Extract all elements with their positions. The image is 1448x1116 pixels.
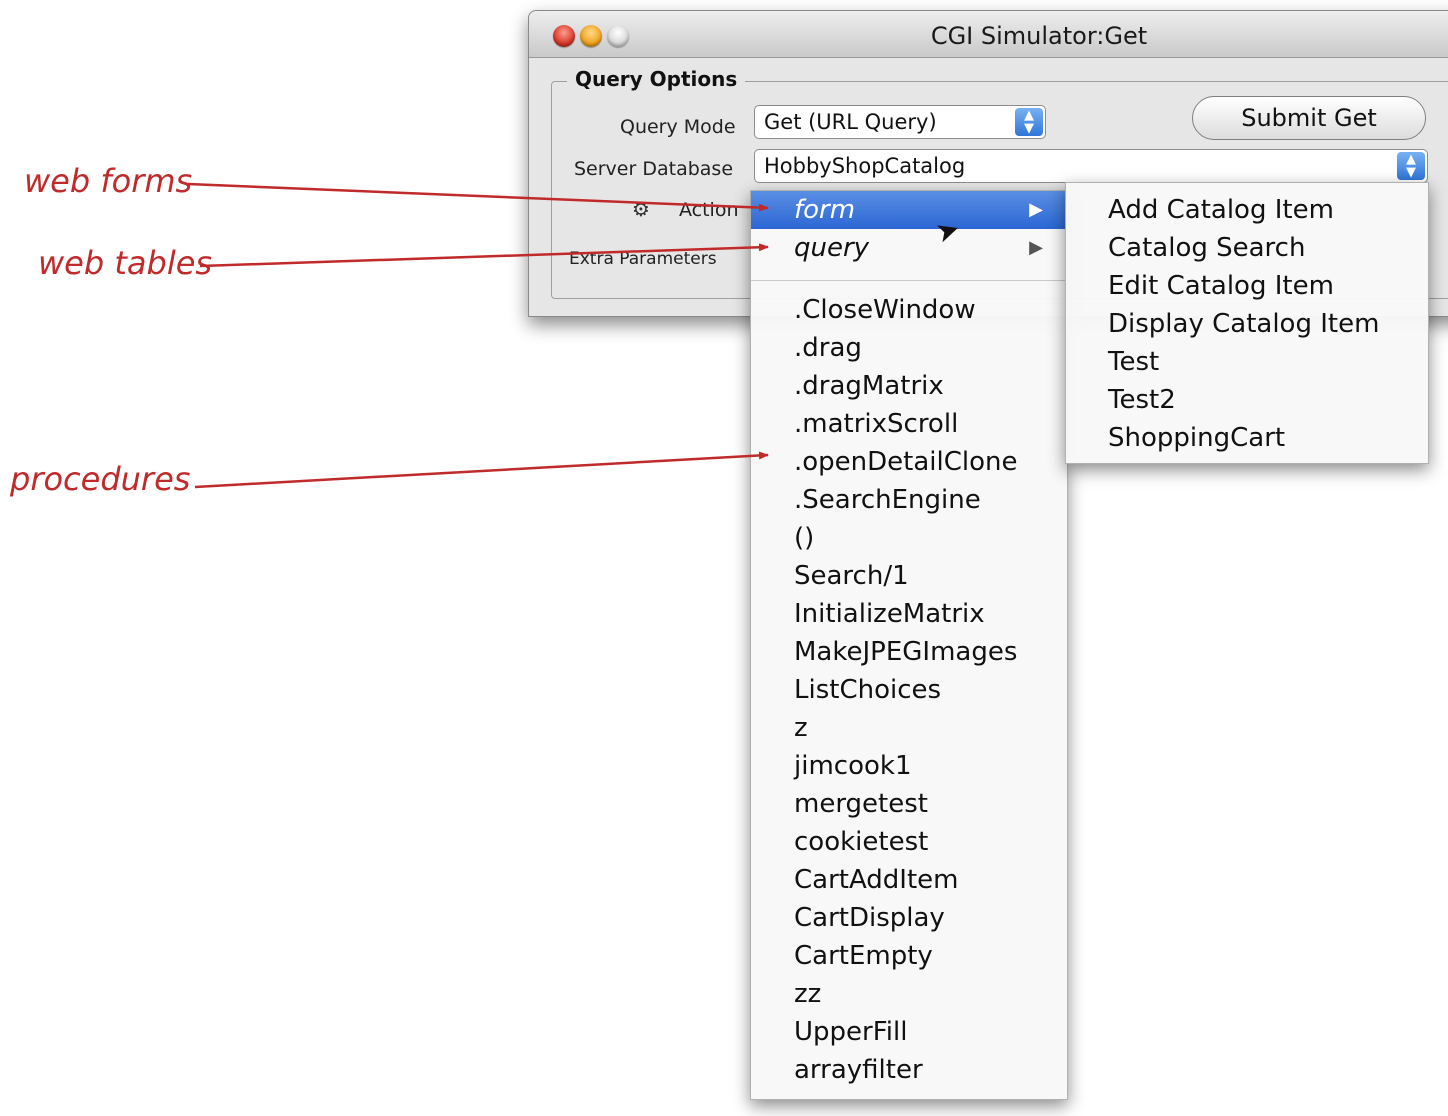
arrow-web-forms (187, 182, 769, 212)
arrow-procedures (194, 451, 769, 489)
arrow-web-tables (199, 243, 769, 268)
annotation-arrows (187, 182, 769, 489)
